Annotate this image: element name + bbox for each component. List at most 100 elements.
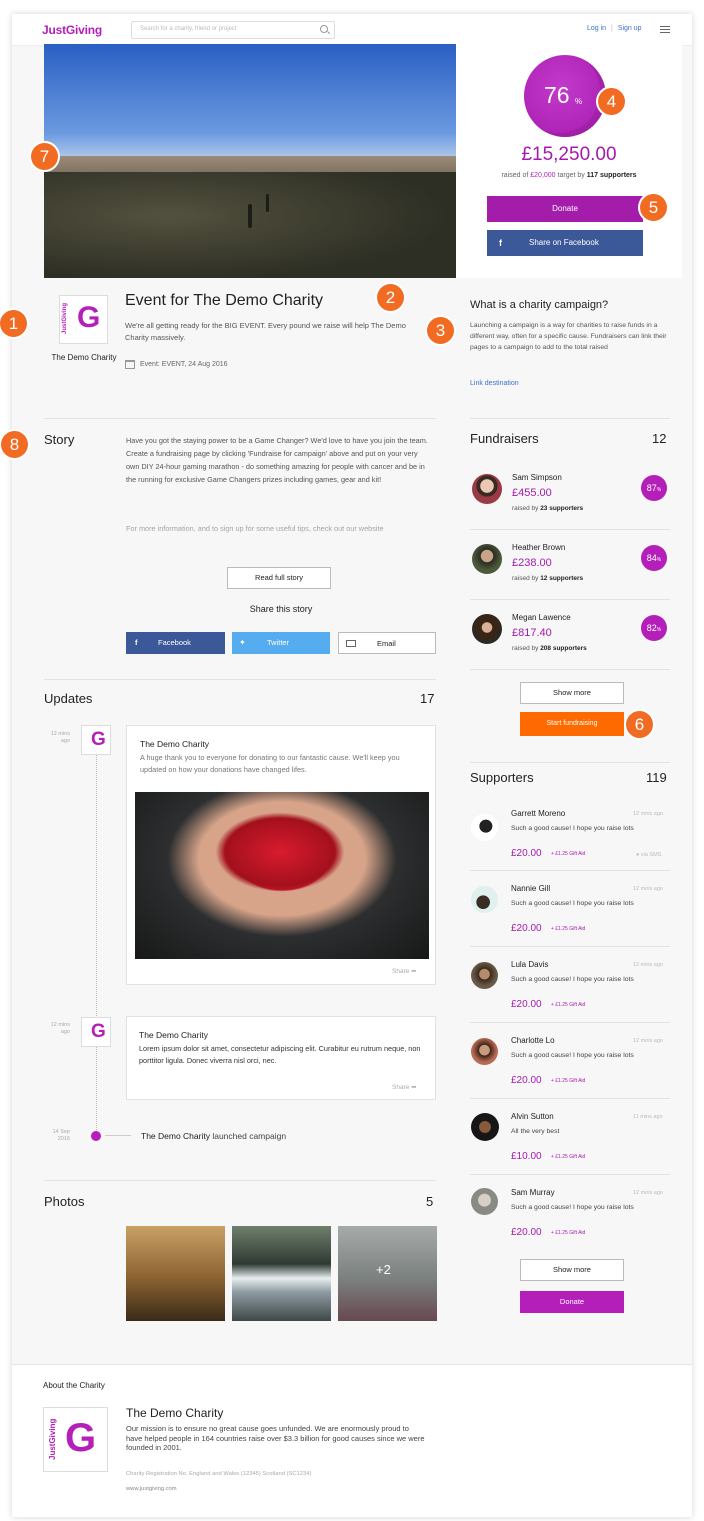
photo-thumbnail[interactable] — [126, 1226, 225, 1321]
annotation-badge-7: 7 — [31, 143, 58, 170]
charity-logo-letter: G — [91, 1021, 106, 1042]
divider — [470, 1098, 670, 1099]
login-link[interactable]: Log in — [587, 25, 606, 32]
launch-author: The Demo Charity — [141, 1131, 210, 1141]
story-text: Have you got the staying power to be a G… — [126, 436, 428, 484]
campaign-link[interactable]: Link destination — [470, 380, 519, 387]
donate-button[interactable]: Donate — [487, 196, 643, 222]
supporter-amount: £20.00 — [511, 999, 542, 1010]
updates-title: Updates — [44, 691, 93, 706]
fundraiser-avatar — [472, 614, 502, 644]
share-email-button[interactable]: Email — [338, 632, 436, 654]
fundraiser-name: Heather Brown — [512, 543, 566, 552]
hamburger-menu-icon[interactable] — [660, 26, 670, 33]
charity-name[interactable]: The Demo Charity — [50, 352, 118, 363]
launch-text: launched campaign — [212, 1131, 287, 1141]
photo-thumbnail[interactable] — [232, 1226, 331, 1321]
campaign-info-title: What is a charity campaign? — [470, 299, 609, 311]
supporter-amount: £20.00 — [511, 1075, 542, 1086]
fundraiser-avatar — [472, 544, 502, 574]
hero-image — [44, 44, 456, 278]
fundraisers-show-more-button[interactable]: Show more — [520, 682, 624, 704]
photo-thumbnail-more[interactable]: +2 — [338, 1226, 437, 1321]
fundraiser-supporters: 208 supporters — [540, 645, 587, 652]
campaign-info-text: Launching a campaign is a way for charit… — [470, 322, 667, 351]
charity-website-link[interactable]: www.justgiving.com — [126, 1486, 177, 1492]
supporter-gift-aid: + £1.25 Gift Aid — [551, 1078, 586, 1084]
share-facebook-button[interactable]: f Share on Facebook — [487, 230, 643, 256]
supporter-gift-aid: + £1.25 Gift Aid — [551, 1154, 586, 1160]
link-separator: | — [611, 25, 613, 32]
about-charity-name: The Demo Charity — [126, 1406, 224, 1420]
update-time: 12 mins ago — [50, 731, 70, 744]
fundraiser-percent: 84 — [646, 553, 657, 563]
divider — [470, 946, 670, 947]
top-navigation-bar: JustGiving Search for a charity, friend … — [12, 14, 692, 46]
event-date: Event: EVENT, 24 Aug 2016 — [140, 361, 228, 368]
fundraiser-percent-badge: 87% — [641, 475, 667, 501]
supporters-donate-button[interactable]: Donate — [520, 1291, 624, 1313]
start-fundraising-button[interactable]: Start fundraising — [520, 712, 624, 736]
divider — [44, 1180, 436, 1181]
fundraiser-name: Sam Simpson — [512, 473, 562, 482]
divider — [470, 418, 670, 419]
supporter-time: 11 mins ago — [633, 1114, 663, 1120]
update-share-link[interactable]: Share ➦ — [392, 1083, 417, 1091]
fundraiser-supporters: 23 supporters — [540, 505, 584, 512]
fundraiser-avatar — [472, 474, 502, 504]
annotation-badge-5: 5 — [640, 194, 667, 221]
event-description: We're all getting ready for the BIG EVEN… — [125, 321, 406, 342]
event-title: Event for The Demo Charity — [125, 292, 324, 309]
supporter-gift-aid: + £1.25 Gift Aid — [551, 1230, 586, 1236]
more-photos-count: +2 — [376, 1262, 391, 1277]
share-facebook-story-button[interactable]: f Facebook — [126, 632, 225, 654]
about-text: Our mission is to ensure no great cause … — [126, 1424, 425, 1452]
justgiving-logo[interactable]: JustGiving — [42, 23, 102, 37]
supporter-name: Nannie Gill — [511, 884, 551, 893]
share-twitter-button[interactable]: ✦ Twitter — [232, 632, 330, 654]
fundraiser-percent-symbol: % — [656, 557, 662, 563]
update-image[interactable] — [135, 792, 429, 959]
facebook-icon: f — [135, 638, 138, 647]
launch-time: 14 Sep 2016 — [52, 1129, 70, 1142]
supporter-avatar — [471, 1113, 499, 1141]
page: JustGiving Search for a charity, friend … — [12, 14, 692, 1517]
search-placeholder: Search for a charity, friend or project — [140, 26, 237, 32]
calendar-icon — [125, 360, 135, 369]
search-input[interactable]: Search for a charity, friend or project — [131, 21, 335, 39]
raised-by-label: raised by — [512, 505, 539, 512]
read-full-story-button[interactable]: Read full story — [227, 567, 331, 589]
fundraiser-name: Megan Lawence — [512, 613, 571, 622]
supporter-amount: £10.00 — [511, 1151, 542, 1162]
supporter-time: 12 mins ago — [633, 811, 663, 817]
about-charity-logo[interactable]: JustGiving G — [43, 1407, 108, 1472]
supporter-name: Lula Davis — [511, 960, 549, 969]
update-share-label: Share — [392, 1084, 410, 1091]
supporter-via-label: via SMS — [640, 852, 662, 858]
annotation-badge-4: 4 — [598, 88, 625, 115]
update-charity-logo: G — [81, 1017, 111, 1047]
supporters-count: 119 — [646, 770, 667, 785]
update-share-link[interactable]: Share ➦ — [392, 967, 417, 975]
supporter-gift-aid: + £1.25 Gift Aid — [551, 926, 586, 932]
launch-event: The Demo Charity launched campaign — [141, 1131, 286, 1141]
supporter-message: Such a good cause! I hope you raise lots — [511, 900, 634, 907]
annotation-badge-3: 3 — [427, 317, 454, 344]
hero-hiker — [266, 194, 269, 212]
about-section: About the Charity JustGiving G The Demo … — [12, 1364, 692, 1517]
update-card: The Demo Charity Lorem ipsum dolor sit a… — [126, 1016, 436, 1100]
search-icon[interactable] — [320, 25, 328, 33]
timeline-dot-icon — [91, 1131, 101, 1141]
signup-link[interactable]: Sign up — [618, 25, 642, 32]
fundraiser-percent-symbol: % — [656, 487, 662, 493]
supporter-name: Alvin Sutton — [511, 1112, 554, 1121]
divider — [470, 762, 670, 763]
email-label: Email — [377, 639, 396, 648]
fundraisers-count: 12 — [652, 431, 667, 446]
charity-registration: Charity Registration No. England and Wal… — [126, 1471, 312, 1477]
supporters-show-more-button[interactable]: Show more — [520, 1259, 624, 1281]
share-arrow-icon: ➦ — [411, 968, 417, 975]
supporter-name: Garrett Moreno — [511, 809, 566, 818]
charity-logo[interactable]: JustGiving G — [59, 295, 108, 344]
fundraiser-percent: 82 — [646, 623, 657, 633]
